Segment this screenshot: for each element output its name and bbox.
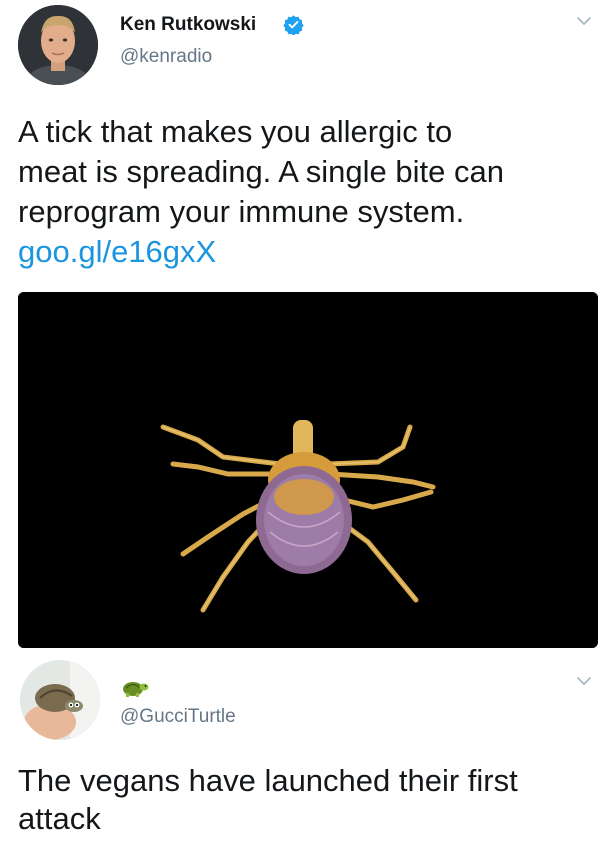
tweet-text: A tick that makes you allergic to meat i… [18,112,598,272]
reply-text: The vegans have launched their first att… [18,762,598,838]
tweet-text-line: meat is spreading. A single bite can [18,154,504,189]
reply-text-line: attack [18,801,101,836]
reply-text-line: The vegans have launched their first [18,763,518,798]
chevron-down-icon[interactable] [575,12,593,30]
tweet-text-line: reprogram your immune system. [18,194,465,229]
author-avatar[interactable] [18,5,98,85]
author-handle[interactable]: @kenradio [120,46,212,68]
chevron-down-icon[interactable] [575,672,593,690]
tweet-media-image[interactable] [18,292,598,648]
verified-badge-icon [283,15,304,35]
author-name[interactable]: Ken Rutkowski [120,14,256,36]
tweet-text-line: A tick that makes you allergic to [18,114,453,149]
turtle-emoji-icon [123,682,149,697]
reply-handle[interactable]: @GucciTurtle [120,706,236,728]
tweet-link[interactable]: goo.gl/e16gxX [18,232,598,272]
reply-avatar[interactable] [20,660,100,740]
